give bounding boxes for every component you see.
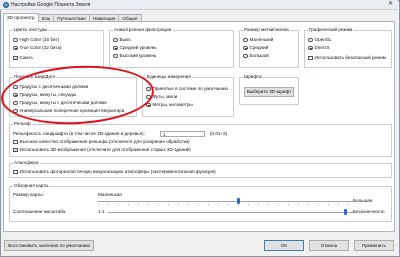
checkbox-label: Высокое качество отображения рельефа (от… (19, 139, 190, 144)
graphics-mode-label: Графический режим (308, 27, 354, 33)
radio-label: Большой (249, 53, 269, 58)
radio-button[interactable] (113, 45, 118, 51)
checkbox-label: Использовать безопасный режим (314, 55, 386, 60)
terrain-group: Рельеф Рельефность ландшафта (в том числ… (9, 121, 392, 157)
elevation-exaggeration-input[interactable]: 1 (160, 131, 205, 137)
high-quality-terrain-checkbox[interactable] (13, 139, 18, 145)
use-3d-imagery-checkbox[interactable]: ✓ (13, 147, 18, 153)
radio-aniso-medium[interactable]: Средний уровень (113, 45, 157, 51)
map-size-small-label: Маленькая (98, 192, 122, 197)
radio-label-small[interactable]: Маленький (243, 37, 273, 43)
fonts-group: Шрифты Выберите 3D-шрифт (239, 74, 299, 105)
map-size-slider-thumb[interactable] (236, 198, 240, 204)
radio-button[interactable] (113, 37, 118, 43)
map-size-slider-track[interactable] (98, 201, 353, 202)
label-size-group: Размер метки/значка Маленький Средний Бо… (239, 27, 299, 68)
photoreal-atmosphere-checkbox[interactable] (13, 169, 18, 175)
atmosphere-group: Атмосфера Использовать фотореалистичную … (9, 160, 392, 178)
radio-units-meters[interactable]: Метры, километры (146, 102, 193, 108)
checkbox-label: Использовать фотореалистичную визуализац… (19, 169, 216, 174)
radio-directx[interactable]: DirectX (308, 45, 330, 51)
terrain-label: Рельеф (13, 121, 32, 127)
choose-3d-font-button[interactable]: Выберите 3D-шрифт (244, 87, 294, 97)
zoom-ratio-min-label: 1:1 (98, 209, 105, 214)
use-3d-imagery-row[interactable]: ✓ Использовать 3D-изображения (отключите … (13, 147, 191, 153)
fonts-label: Шрифты (243, 74, 264, 80)
radio-button[interactable] (13, 45, 18, 51)
radio-button[interactable] (308, 37, 313, 43)
radio-aniso-high[interactable]: Высокий уровень (113, 53, 156, 59)
zoom-ratio-infinity-label: Бесконечность (353, 209, 385, 214)
elevation-exaggeration-value: 1 (163, 132, 166, 137)
overview-map-label: Обзорная карта (13, 183, 49, 189)
radio-opengl[interactable]: OpenGL (308, 37, 332, 43)
atmosphere-label: Атмосфера (13, 160, 40, 166)
ok-button[interactable]: OK (264, 240, 304, 251)
units-group: Единицы измерения Принятые в системе по … (142, 74, 234, 117)
safe-mode-checkbox[interactable] (308, 55, 313, 61)
radio-button[interactable] (243, 53, 248, 59)
radio-label-large[interactable]: Большой (243, 53, 269, 59)
checkbox-label: Сжать (19, 55, 33, 60)
texture-colors-group: Цвета текстуры High Color (16 бит) True … (9, 27, 104, 68)
elevation-exaggeration-label: Рельефность ландшафта (в том числе 3D-зд… (13, 131, 145, 136)
radio-button[interactable] (13, 37, 18, 43)
radio-label: Маленький (249, 37, 274, 42)
units-label: Единицы измерения (146, 74, 192, 80)
tab-panel-3d-view: Цвета текстуры High Color (16 бит) True … (3, 21, 395, 232)
radio-label: Средний уровень (119, 45, 157, 50)
compress-checkbox[interactable]: ✓ (13, 55, 18, 61)
safe-mode-row[interactable]: Использовать безопасный режим (308, 55, 386, 61)
radio-button[interactable] (113, 53, 118, 59)
map-size-slider-ticks (98, 204, 353, 206)
radio-label: True Color (32 бита) (19, 45, 62, 50)
radio-label: Выкл. (119, 37, 132, 42)
label-size-label: Размер метки/значка (243, 27, 290, 33)
apply-button[interactable]: Применить (354, 240, 394, 251)
checkbox-label: Использовать 3D-изображения (отключите д… (19, 147, 191, 152)
anisotropic-group: Анизотропная фильтрация Выкл. Средний ур… (109, 27, 234, 68)
graphics-mode-group: Графический режим OpenGL DirectX Использ… (304, 27, 392, 68)
overview-map-group: Обзорная карта Размер карты: Маленькая Б… (9, 183, 392, 222)
high-quality-terrain-row[interactable]: Высокое качество отображения рельефа (от… (13, 139, 190, 145)
radio-label: High Color (16 бит) (19, 37, 60, 42)
elevation-range: (0,01–3) (210, 131, 228, 136)
zoom-ratio-slider-thumb[interactable] (344, 209, 348, 215)
radio-high-color[interactable]: High Color (16 бит) (13, 37, 59, 43)
window-title: Настройки Google Планета Земля (11, 2, 91, 8)
radio-button[interactable] (243, 45, 248, 51)
zoom-ratio-label: Соотношение масштаба: (13, 209, 67, 214)
close-button[interactable]: ✕ (385, 1, 396, 8)
cancel-button[interactable]: Отмена (309, 240, 349, 251)
restore-defaults-button[interactable]: Восстановить значения по умолчанию (4, 240, 94, 251)
google-earth-icon (3, 2, 9, 8)
radio-button[interactable] (243, 37, 248, 43)
zoom-ratio-slider-track[interactable] (108, 212, 353, 213)
radio-label: Принятые в системе по умолчанию (152, 86, 228, 91)
tab-3d-view[interactable]: 3D-просмотр (3, 13, 39, 22)
radio-label: OpenGL (314, 37, 332, 42)
radio-label: Средний (249, 45, 269, 50)
photoreal-atmosphere-row[interactable]: Использовать фотореалистичную визуализац… (13, 169, 216, 175)
radio-label: DirectX (314, 45, 330, 50)
radio-units-system[interactable]: Принятые в системе по умолчанию (146, 86, 228, 92)
texture-colors-label: Цвета текстуры (13, 27, 49, 33)
radio-label-medium[interactable]: Средний (243, 45, 268, 51)
map-size-label: Размер карты: (13, 192, 44, 197)
anisotropic-label: Анизотропная фильтрация (113, 27, 173, 33)
radio-label: Метры, километры (152, 102, 193, 107)
map-size-large-label: Большая (353, 198, 373, 203)
radio-label: Высокий уровень (119, 53, 157, 58)
radio-true-color[interactable]: True Color (32 бита) (13, 45, 62, 51)
radio-button[interactable] (308, 45, 313, 51)
radio-label: Футы, мили (152, 94, 178, 99)
radio-aniso-off[interactable]: Выкл. (113, 37, 132, 43)
compress-checkbox-row[interactable]: ✓ Сжать (13, 55, 33, 61)
